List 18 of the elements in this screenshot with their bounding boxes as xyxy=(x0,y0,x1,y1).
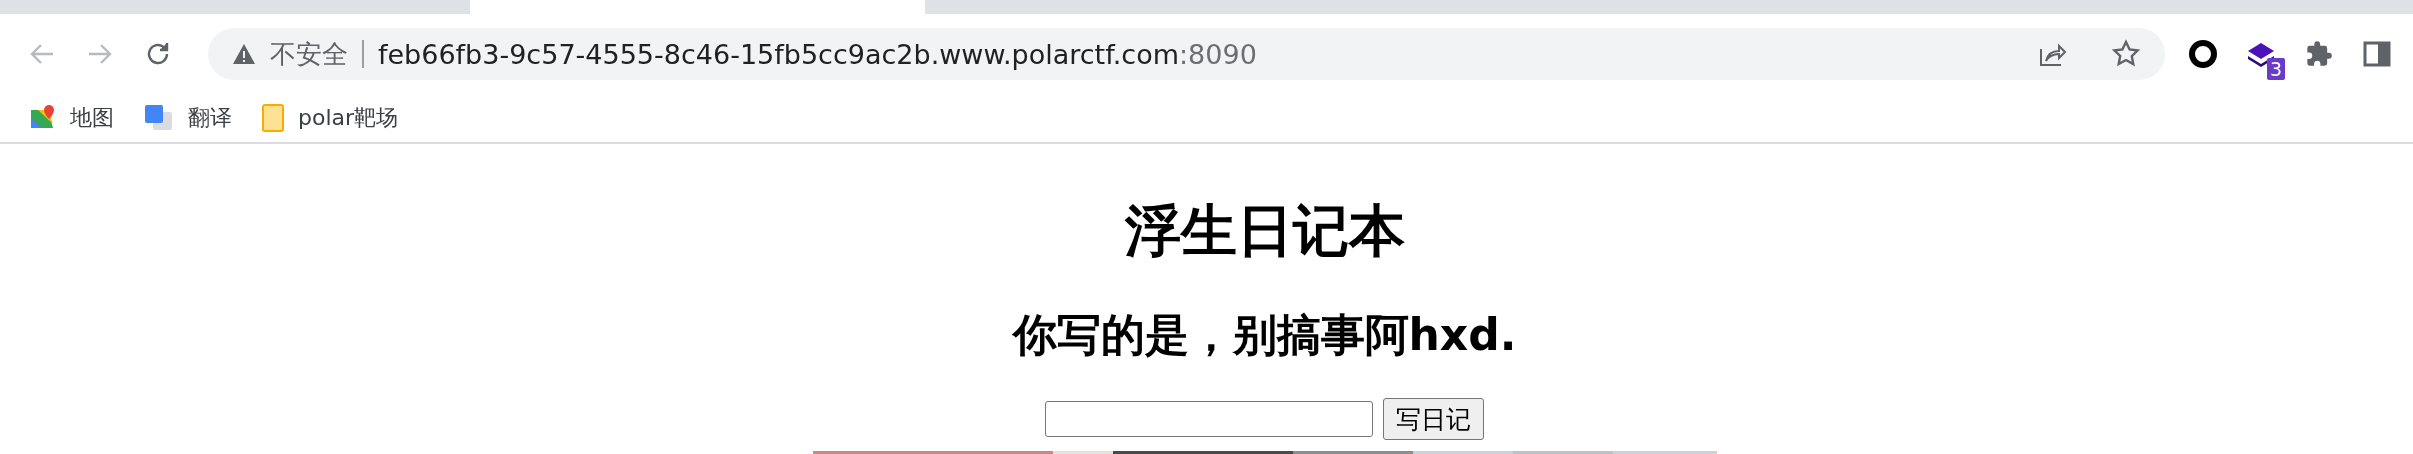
bookmark-label[interactable]: polar靶场 xyxy=(298,103,399,133)
puzzle-icon[interactable] xyxy=(2305,40,2333,68)
star-icon[interactable] xyxy=(2111,39,2141,69)
folder-icon xyxy=(262,104,284,132)
page-title: 浮生日记本 xyxy=(1124,197,1405,265)
url-text: feb66fb3-9c57-4555-8c46-15fb5cc9ac2b.www.polarctf.com:8090 xyxy=(378,38,1257,70)
diary-input[interactable] xyxy=(1045,401,1373,437)
side-panel-icon[interactable] xyxy=(2363,40,2391,68)
page-subtitle: 你写的是，别搞事阿hxd. xyxy=(1012,308,1517,362)
bookmark-label[interactable]: 地图 xyxy=(70,103,114,133)
ring-icon[interactable] xyxy=(2188,39,2218,69)
bookmark-label[interactable]: 翻译 xyxy=(188,103,232,133)
extension-badge: 3 xyxy=(2266,58,2285,80)
security-label: 不安全 xyxy=(270,37,348,71)
warning-icon xyxy=(232,43,256,65)
translate-icon xyxy=(144,104,174,132)
write-diary-button[interactable]: 写日记 xyxy=(1383,398,1484,440)
address-bar[interactable]: 不安全 feb66fb3-9c57-4555-8c46-15fb5cc9ac2b.www.polarctf.com:8090 xyxy=(208,28,2165,80)
